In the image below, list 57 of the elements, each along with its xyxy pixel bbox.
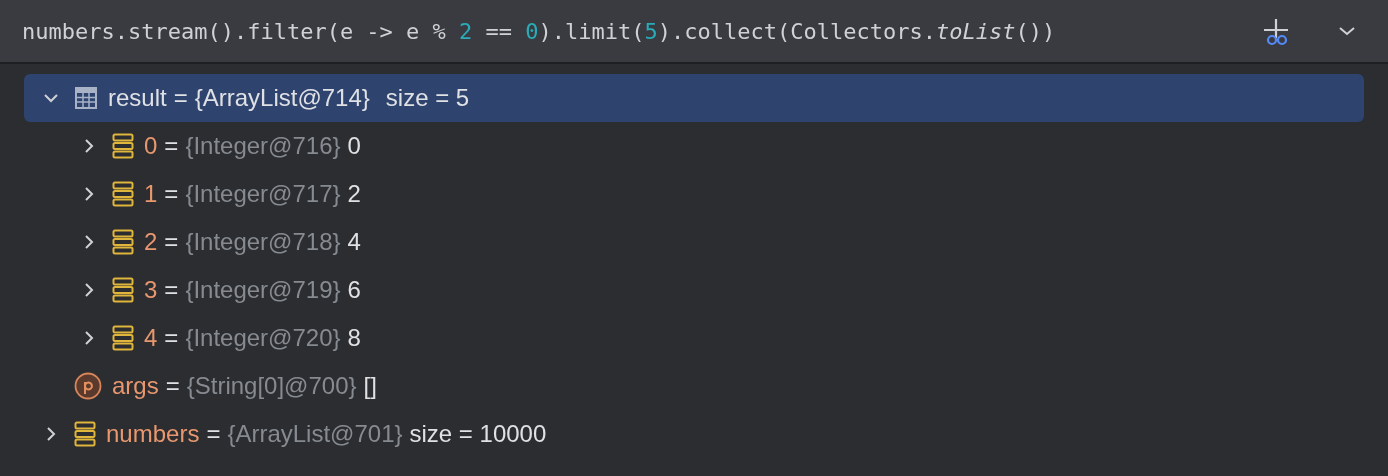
- variable-row[interactable]: 0 = {Integer@716} 0: [24, 122, 1364, 170]
- stack-icon: [112, 133, 134, 159]
- variable-value: size = 10000: [409, 420, 547, 448]
- variable-value: 4: [347, 228, 361, 256]
- variable-row[interactable]: numbers = {ArrayList@701} size = 10000: [24, 410, 1364, 458]
- variable-type: {String[0]@700}: [186, 372, 357, 400]
- variable-row[interactable]: result = {ArrayList@714} size = 5: [24, 74, 1364, 122]
- equals-sign: =: [164, 324, 179, 352]
- expression-text: numbers.stream().filter(e -> e % 2 == 0).limit(5).collect(Collectors.toList()): [22, 18, 1057, 44]
- equals-sign: =: [164, 228, 179, 256]
- variable-name: 0: [144, 132, 158, 160]
- stack-icon: [112, 181, 134, 207]
- variable-name: args: [112, 372, 159, 400]
- equals-sign: =: [164, 276, 179, 304]
- chevron-down-icon[interactable]: [43, 93, 59, 103]
- equals-sign: =: [206, 420, 221, 448]
- chevron-right-icon[interactable]: [84, 186, 94, 202]
- stack-icon: [112, 325, 134, 351]
- variable-name: 1: [144, 180, 158, 208]
- variable-value: 0: [347, 132, 361, 160]
- variable-type: {Integer@718}: [185, 228, 341, 256]
- variable-value: 8: [347, 324, 361, 352]
- variable-value: size = 5: [385, 84, 470, 112]
- variable-value: 2: [347, 180, 361, 208]
- variable-type: {ArrayList@701}: [227, 420, 403, 448]
- equals-sign: =: [164, 180, 179, 208]
- chevron-down-icon[interactable]: [1338, 25, 1356, 37]
- variable-value: 6: [347, 276, 361, 304]
- variable-name: 3: [144, 276, 158, 304]
- stack-icon: [112, 277, 134, 303]
- parameter-icon: [74, 372, 102, 400]
- variable-type: {Integer@717}: [185, 180, 341, 208]
- variable-row[interactable]: 4 = {Integer@720} 8: [24, 314, 1364, 362]
- variable-name: 2: [144, 228, 158, 256]
- chevron-right-icon[interactable]: [46, 426, 56, 442]
- variable-type: {Integer@719}: [185, 276, 341, 304]
- chevron-right-icon[interactable]: [84, 330, 94, 346]
- variable-name: numbers: [106, 420, 200, 448]
- variable-row[interactable]: 1 = {Integer@717} 2: [24, 170, 1364, 218]
- table-icon: [74, 86, 98, 110]
- variable-type: {ArrayList@714}: [194, 84, 370, 112]
- variable-row[interactable]: args = {String[0]@700} []: [24, 362, 1364, 410]
- equals-sign: =: [164, 132, 179, 160]
- stack-icon: [112, 229, 134, 255]
- equals-sign: =: [165, 372, 180, 400]
- stack-icon: [74, 421, 96, 447]
- equals-sign: =: [173, 84, 188, 112]
- variable-row[interactable]: 3 = {Integer@719} 6: [24, 266, 1364, 314]
- variable-type: {Integer@716}: [185, 132, 341, 160]
- chevron-right-icon[interactable]: [84, 234, 94, 250]
- variable-name: result: [108, 84, 167, 112]
- variable-row[interactable]: 2 = {Integer@718} 4: [24, 218, 1364, 266]
- variable-name: 4: [144, 324, 158, 352]
- chevron-right-icon[interactable]: [84, 138, 94, 154]
- variable-value: []: [363, 372, 377, 400]
- variable-type: {Integer@720}: [185, 324, 341, 352]
- chevron-right-icon[interactable]: [84, 282, 94, 298]
